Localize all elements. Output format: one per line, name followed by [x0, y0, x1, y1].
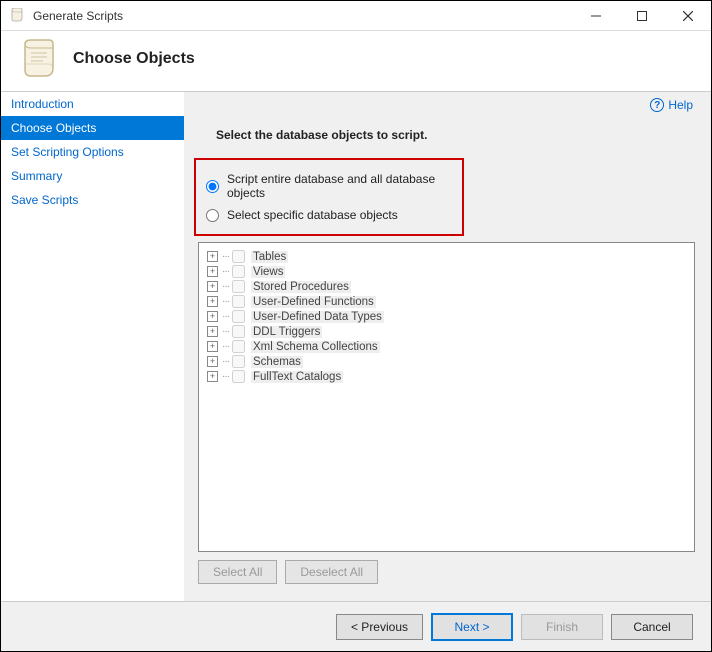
select-buttons: Select All Deselect All — [198, 560, 695, 584]
tree-label: DDL Triggers — [251, 326, 322, 338]
scroll-icon — [17, 38, 59, 80]
minimize-button[interactable] — [573, 1, 619, 31]
cancel-button[interactable]: Cancel — [611, 614, 693, 640]
select-all-button: Select All — [198, 560, 277, 584]
object-tree[interactable]: +··· Tables +··· Views +··· Stored Proce… — [198, 242, 695, 552]
sidebar-item-choose-objects[interactable]: Choose Objects — [1, 116, 184, 140]
tree-node-stored-procedures[interactable]: +··· Stored Procedures — [203, 279, 690, 294]
tree-label: Xml Schema Collections — [251, 341, 380, 353]
previous-button[interactable]: < Previous — [336, 614, 423, 640]
titlebar: Generate Scripts — [1, 1, 711, 31]
tree-node-ddl-triggers[interactable]: +··· DDL Triggers — [203, 324, 690, 339]
radio-script-entire[interactable]: Script entire database and all database … — [206, 168, 446, 204]
tree-label: Stored Procedures — [251, 281, 351, 293]
tree-checkbox — [232, 355, 245, 368]
tree-label: FullText Catalogs — [251, 371, 343, 383]
tree-node-user-defined-functions[interactable]: +··· User-Defined Functions — [203, 294, 690, 309]
window-buttons — [573, 1, 711, 31]
tree-node-user-defined-data-types[interactable]: +··· User-Defined Data Types — [203, 309, 690, 324]
radio-script-entire-label: Script entire database and all database … — [227, 172, 446, 200]
next-button[interactable]: Next > — [431, 613, 513, 641]
expand-icon[interactable]: + — [207, 371, 218, 382]
page-title: Choose Objects — [73, 50, 195, 68]
sidebar-item-introduction[interactable]: Introduction — [1, 92, 184, 116]
tree-node-views[interactable]: +··· Views — [203, 264, 690, 279]
instruction-text: Select the database objects to script. — [216, 128, 695, 142]
expand-icon[interactable]: + — [207, 266, 218, 277]
tree-checkbox — [232, 370, 245, 383]
expand-icon[interactable]: + — [207, 296, 218, 307]
tree-checkbox — [232, 325, 245, 338]
radio-select-specific-input[interactable] — [206, 209, 219, 222]
tree-checkbox — [232, 310, 245, 323]
tree-label: User-Defined Functions — [251, 296, 376, 308]
radio-script-entire-input[interactable] — [206, 180, 219, 193]
expand-icon[interactable]: + — [207, 341, 218, 352]
help-icon: ? — [650, 98, 664, 112]
expand-icon[interactable]: + — [207, 251, 218, 262]
tree-node-schemas[interactable]: +··· Schemas — [203, 354, 690, 369]
sidebar: Introduction Choose Objects Set Scriptin… — [1, 91, 184, 601]
radio-select-specific-label: Select specific database objects — [227, 208, 398, 222]
tree-checkbox — [232, 340, 245, 353]
tree-checkbox — [232, 250, 245, 263]
help-link[interactable]: ? Help — [650, 98, 693, 112]
deselect-all-button: Deselect All — [285, 560, 378, 584]
expand-icon[interactable]: + — [207, 311, 218, 322]
sidebar-item-save-scripts[interactable]: Save Scripts — [1, 188, 184, 212]
tree-node-tables[interactable]: +··· Tables — [203, 249, 690, 264]
tree-label: Tables — [251, 251, 288, 263]
tree-checkbox — [232, 295, 245, 308]
footer: < Previous Next > Finish Cancel — [1, 601, 711, 651]
expand-icon[interactable]: + — [207, 356, 218, 367]
tree-node-fulltext-catalogs[interactable]: +··· FullText Catalogs — [203, 369, 690, 384]
tree-label: Views — [251, 266, 285, 278]
tree-node-xml-schema-collections[interactable]: +··· Xml Schema Collections — [203, 339, 690, 354]
expand-icon[interactable]: + — [207, 281, 218, 292]
radio-select-specific[interactable]: Select specific database objects — [206, 204, 446, 226]
header: Choose Objects — [1, 31, 711, 91]
app-icon — [9, 8, 25, 24]
radio-group-highlight: Script entire database and all database … — [194, 158, 464, 236]
window-title: Generate Scripts — [33, 9, 573, 23]
tree-label: User-Defined Data Types — [251, 311, 384, 323]
close-button[interactable] — [665, 1, 711, 31]
expand-icon[interactable]: + — [207, 326, 218, 337]
help-label: Help — [668, 98, 693, 112]
tree-checkbox — [232, 265, 245, 278]
sidebar-item-set-scripting-options[interactable]: Set Scripting Options — [1, 140, 184, 164]
main-panel: ? Help Select the database objects to sc… — [184, 91, 711, 601]
tree-checkbox — [232, 280, 245, 293]
sidebar-item-summary[interactable]: Summary — [1, 164, 184, 188]
tree-label: Schemas — [251, 356, 303, 368]
finish-button: Finish — [521, 614, 603, 640]
maximize-button[interactable] — [619, 1, 665, 31]
